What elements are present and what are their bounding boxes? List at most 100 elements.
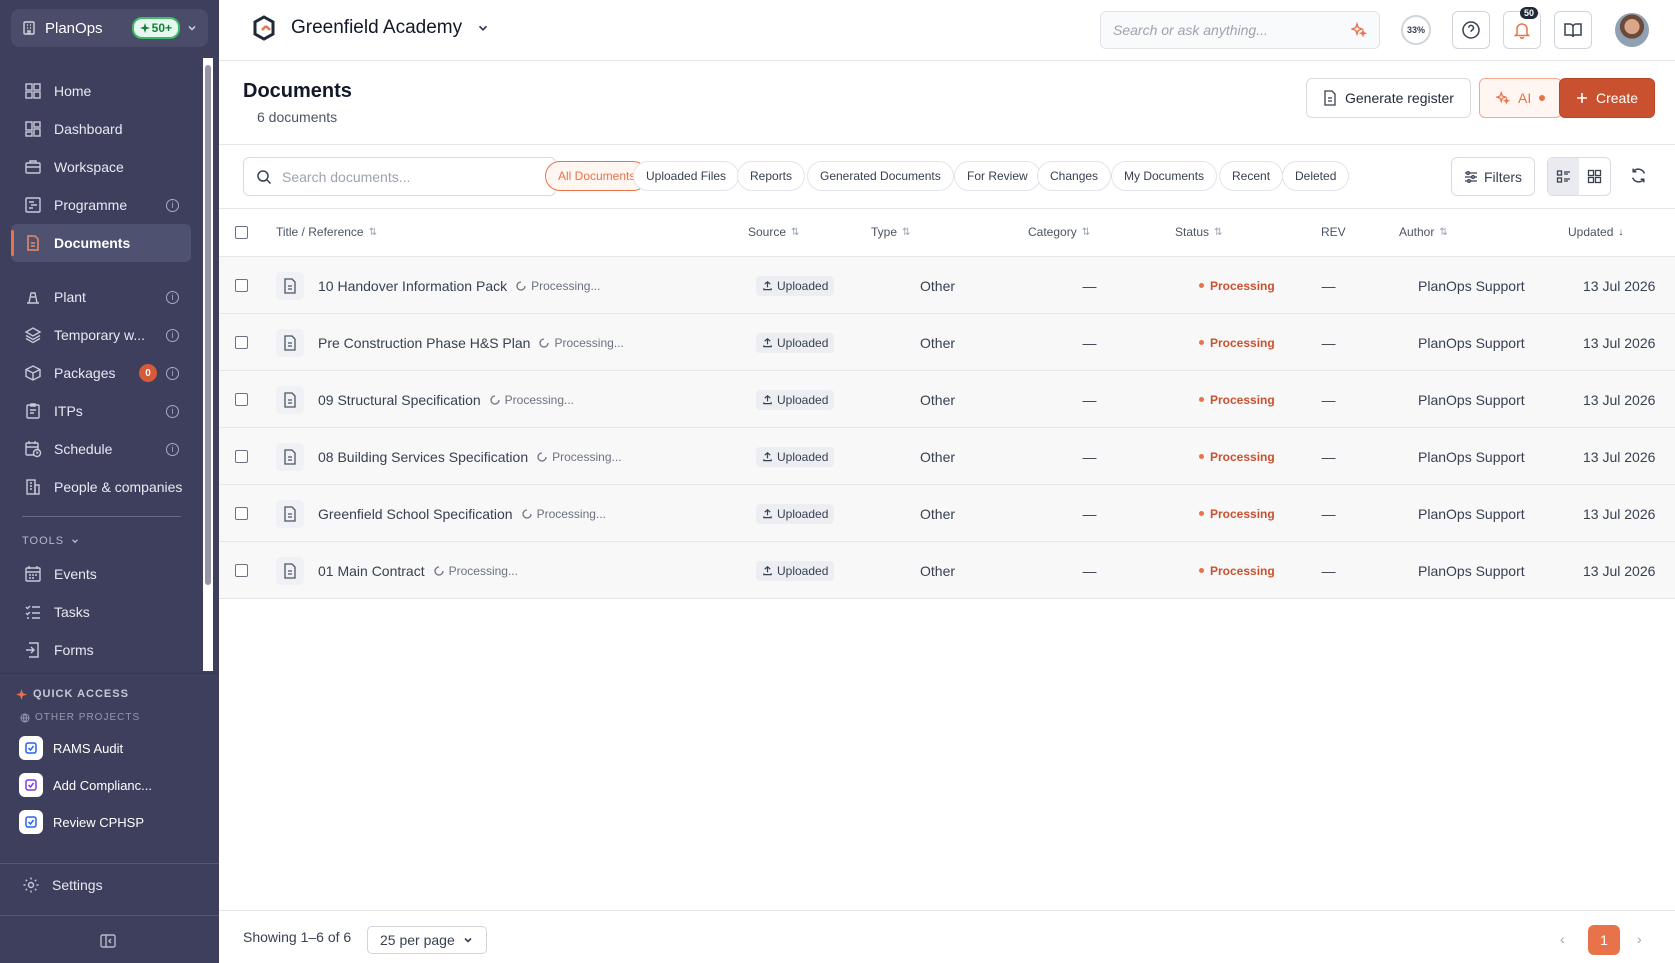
column-author[interactable]: Author ⇅ (1399, 225, 1448, 239)
info-icon[interactable]: i (166, 290, 179, 304)
filter-chip-for-review[interactable]: For Review (954, 161, 1041, 191)
table-row[interactable]: Greenfield School Specification Processin… (219, 485, 1675, 542)
global-search-input[interactable]: Search or ask anything... (1100, 11, 1380, 49)
sidebar-item-plant[interactable]: Plant i (11, 278, 191, 316)
title-cell[interactable]: 10 Handover Information Pack Processing..… (276, 257, 600, 314)
column-status[interactable]: Status ⇅ (1175, 225, 1222, 239)
sidebar-item-packages[interactable]: Packages 0 i (11, 354, 191, 392)
filter-chip-my-documents[interactable]: My Documents (1111, 161, 1218, 191)
view-toggle (1547, 157, 1611, 196)
title-cell[interactable]: Greenfield School Specification Processin… (276, 485, 606, 542)
chevron-down-icon[interactable] (186, 22, 198, 34)
row-checkbox[interactable] (235, 336, 248, 349)
create-button[interactable]: Create (1559, 78, 1656, 118)
sidebar-item-programme[interactable]: Programme i (11, 186, 191, 224)
quick-access-item[interactable]: Add Complianc... (19, 772, 152, 798)
title-cell[interactable]: 09 Structural Specification Processing... (276, 371, 574, 428)
select-all-checkbox[interactable] (235, 226, 248, 239)
table-row[interactable]: 08 Building Services Specification Proces… (219, 428, 1675, 485)
column-updated[interactable]: Updated ↓ (1568, 225, 1623, 239)
row-checkbox[interactable] (235, 564, 248, 577)
next-page-button[interactable]: › (1637, 931, 1642, 947)
per-page-select[interactable]: 25 per page (367, 926, 487, 954)
tools-section-toggle[interactable]: TOOLS (0, 527, 200, 555)
document-title[interactable]: 08 Building Services Specification (318, 449, 528, 465)
table-row[interactable]: 09 Structural Specification Processing...… (219, 371, 1675, 428)
collapse-sidebar-icon[interactable] (99, 932, 117, 950)
document-title[interactable]: Greenfield School Specification (318, 506, 513, 522)
filter-chip-reports[interactable]: Reports (737, 161, 806, 191)
refresh-icon[interactable] (1630, 167, 1647, 184)
document-title[interactable]: 09 Structural Specification (318, 392, 481, 408)
info-icon[interactable]: i (166, 198, 179, 212)
rev-cell: — (1321, 448, 1336, 465)
page-button-current[interactable]: 1 (1588, 925, 1620, 955)
sidebar-item-tasks[interactable]: Tasks (11, 593, 191, 631)
title-cell[interactable]: 01 Main Contract Processing... (276, 542, 518, 599)
filter-chip-generated-documents[interactable]: Generated Documents (807, 161, 954, 191)
progress-indicator[interactable]: 33% (1401, 15, 1431, 45)
list-view-button[interactable] (1548, 158, 1579, 195)
title-cell[interactable]: Pre Construction Phase H&S Plan Processin… (276, 314, 624, 371)
status-dot (1199, 454, 1204, 459)
table-row[interactable]: 01 Main Contract Processing... Uploaded Oth… (219, 542, 1675, 599)
column-type[interactable]: Type ⇅ (871, 225, 910, 239)
activity-badge[interactable]: 50+ (131, 17, 180, 39)
column-source[interactable]: Source ⇅ (748, 225, 799, 239)
filter-chip-deleted[interactable]: Deleted (1282, 161, 1350, 191)
document-title[interactable]: 01 Main Contract (318, 563, 425, 579)
sidebar-item-workspace[interactable]: Workspace (11, 148, 191, 186)
sidebar-item-temporary-w[interactable]: Temporary w... i (11, 316, 191, 354)
document-search-input[interactable]: Search documents... (243, 157, 556, 196)
filters-button[interactable]: Filters (1451, 157, 1535, 196)
column-category[interactable]: Category ⇅ (1028, 225, 1090, 239)
ai-button[interactable]: AI (1479, 78, 1563, 118)
info-icon[interactable]: i (166, 404, 179, 418)
info-icon[interactable]: i (166, 328, 179, 342)
sidebar-item-events[interactable]: Events (11, 555, 191, 593)
filter-chip-changes[interactable]: Changes (1037, 161, 1112, 191)
docs-button[interactable] (1554, 11, 1592, 49)
row-checkbox[interactable] (235, 507, 248, 520)
document-title[interactable]: Pre Construction Phase H&S Plan (318, 335, 530, 351)
sidebar-item-settings[interactable]: Settings (22, 876, 103, 894)
help-button[interactable] (1452, 11, 1490, 49)
row-checkbox[interactable] (235, 393, 248, 406)
filter-chip-uploaded-files[interactable]: Uploaded Files (633, 161, 740, 191)
sidebar-item-label: Home (54, 83, 92, 99)
sidebar-scrollbar[interactable] (203, 58, 213, 671)
sidebar-item-dashboard[interactable]: Dashboard (11, 110, 191, 148)
sidebar-item-schedule[interactable]: Schedule i (11, 430, 191, 468)
sidebar-item-people-companies[interactable]: People & companies (11, 468, 191, 506)
row-checkbox[interactable] (235, 279, 248, 292)
org-switcher[interactable]: PlanOps 50+ (11, 9, 208, 47)
sidebar-item-home[interactable]: Home (11, 72, 191, 110)
chevron-down-icon (464, 937, 472, 943)
column-title[interactable]: Title / Reference ⇅ (276, 225, 377, 239)
source-cell: Uploaded (756, 257, 835, 314)
project-switcher[interactable]: Greenfield Academy (251, 15, 490, 41)
sidebar-item-documents[interactable]: Documents (11, 224, 191, 262)
filter-chip-recent[interactable]: Recent (1219, 161, 1284, 191)
quick-access-item[interactable]: RAMS Audit (19, 735, 123, 761)
quick-access-item[interactable]: Review CPHSP (19, 809, 144, 835)
upload-icon (763, 566, 772, 576)
status-cell: Processing (1199, 428, 1275, 485)
status-badge: Processing (1199, 564, 1275, 578)
sidebar-item-forms[interactable]: Forms (11, 631, 191, 669)
scrollbar-thumb[interactable] (205, 65, 211, 585)
previous-page-button[interactable]: ‹ (1560, 931, 1565, 947)
document-title[interactable]: 10 Handover Information Pack (318, 278, 507, 294)
info-icon[interactable]: i (166, 442, 179, 456)
table-row[interactable]: Pre Construction Phase H&S Plan Processin… (219, 314, 1675, 371)
grid-view-button[interactable] (1579, 158, 1610, 195)
user-avatar[interactable] (1615, 13, 1649, 47)
generate-register-button[interactable]: Generate register (1306, 78, 1471, 118)
row-checkbox[interactable] (235, 450, 248, 463)
sidebar-item-itps[interactable]: ITPs i (11, 392, 191, 430)
chevron-down-icon[interactable] (476, 21, 490, 35)
notifications-button[interactable]: 50 (1503, 7, 1541, 49)
info-icon[interactable]: i (166, 366, 179, 380)
table-row[interactable]: 10 Handover Information Pack Processing..… (219, 257, 1675, 314)
title-cell[interactable]: 08 Building Services Specification Proces… (276, 428, 622, 485)
